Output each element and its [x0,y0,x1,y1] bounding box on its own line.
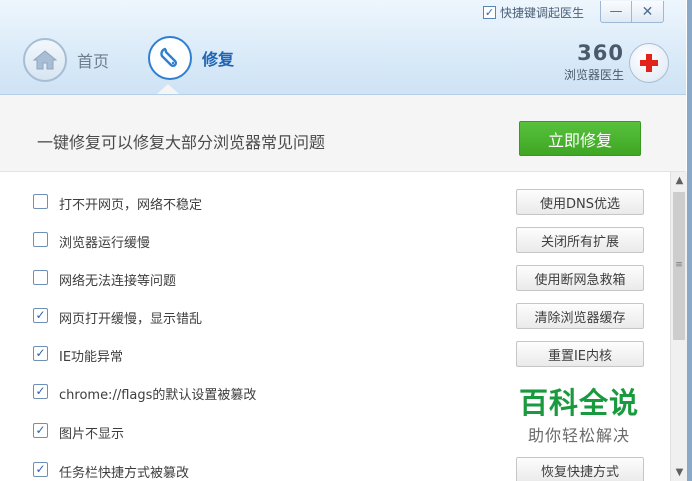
issue-action-button[interactable]: 清除浏览器缓存 [516,303,644,329]
tab-home-label: 首页 [77,52,110,71]
house-icon [23,38,67,82]
tab-repair-label: 修复 [202,50,235,69]
issue-row: 浏览器运行缓慢 关闭所有扩展 [0,221,668,259]
issue-row: 网络无法连接等问题 使用断网急救箱 [0,259,668,297]
issue-checkbox[interactable]: ✓ [33,423,48,438]
watermark: 百科全说 助你轻松解决 [515,386,643,446]
issue-checkbox[interactable]: ✓ [33,308,48,323]
scrollbar[interactable]: ▲ ≡ ▼ [670,172,688,481]
issue-label: chrome://flags的默认设置被篡改 [59,388,257,403]
tab-repair[interactable]: 修复 [148,36,234,80]
fix-now-button[interactable]: 立即修复 [519,121,641,156]
shortcut-label: 快捷键调起医生 [499,5,584,20]
scroll-down-icon[interactable]: ▼ [671,464,688,481]
issue-row: 打不开网页，网络不稳定 使用DNS优选 [0,183,668,221]
issue-checkbox[interactable]: ✓ [33,384,48,399]
issue-checkbox[interactable]: ✓ [33,346,48,361]
issue-label: IE功能异常 [59,350,124,365]
issue-label: 网页打开缓慢，显示错乱 [59,312,203,327]
scroll-up-icon[interactable]: ▲ [671,172,688,189]
grip-icon: ≡ [675,260,683,270]
issue-checkbox[interactable] [33,194,48,209]
watermark-title: 百科全说 [518,386,639,420]
title-bar-controls: ✓ 快捷键调起医生 — ✕ [482,0,664,24]
issue-row: ✓ 网页打开缓慢，显示错乱 清除浏览器缓存 [0,297,668,335]
window-edge [687,0,692,481]
tab-home[interactable]: 首页 [23,38,109,82]
repair-banner: 一键修复可以修复大部分浏览器常见问题 立即修复 [0,95,686,172]
minimize-button[interactable]: — [600,1,632,23]
issue-action-button[interactable]: 恢复快捷方式 [516,457,644,481]
app-window: ✓ 快捷键调起医生 — ✕ 首页 修复 360 浏览器医生 一键修复可以修复大部… [0,0,692,481]
brand: 360 浏览器医生 [564,42,624,83]
issue-row: ✓ 任务栏快捷方式被篡改 恢复快捷方式 [0,451,668,481]
brand-subtitle: 浏览器医生 [563,68,624,82]
issue-label: 浏览器运行缓慢 [59,236,151,251]
wrench-icon [148,36,192,80]
issue-action-button[interactable]: 关闭所有扩展 [516,227,644,253]
scroll-thumb[interactable]: ≡ [673,192,685,340]
banner-text: 一键修复可以修复大部分浏览器常见问题 [37,133,326,152]
issue-label: 图片不显示 [59,427,125,442]
issue-checkbox[interactable]: ✓ [33,462,48,477]
close-button[interactable]: ✕ [632,1,664,23]
brand-number: 360 [577,41,624,65]
issue-action-button[interactable]: 使用DNS优选 [516,189,644,215]
medical-cross-icon [629,43,669,83]
issue-checkbox[interactable] [33,270,48,285]
issue-label: 网络无法连接等问题 [59,274,177,289]
active-tab-pointer [157,84,179,94]
watermark-subtitle: 助你轻松解决 [527,426,630,445]
issue-row: ✓ IE功能异常 重置IE内核 [0,335,668,373]
shortcut-checkbox[interactable]: ✓ [482,5,496,19]
issue-action-button[interactable]: 重置IE内核 [516,341,644,367]
header: ✓ 快捷键调起医生 — ✕ 首页 修复 360 浏览器医生 [0,0,686,95]
issue-label: 任务栏快捷方式被篡改 [59,466,190,481]
issue-label: 打不开网页，网络不稳定 [59,198,203,213]
issue-checkbox[interactable] [33,232,48,247]
issue-action-button[interactable]: 使用断网急救箱 [516,265,644,291]
